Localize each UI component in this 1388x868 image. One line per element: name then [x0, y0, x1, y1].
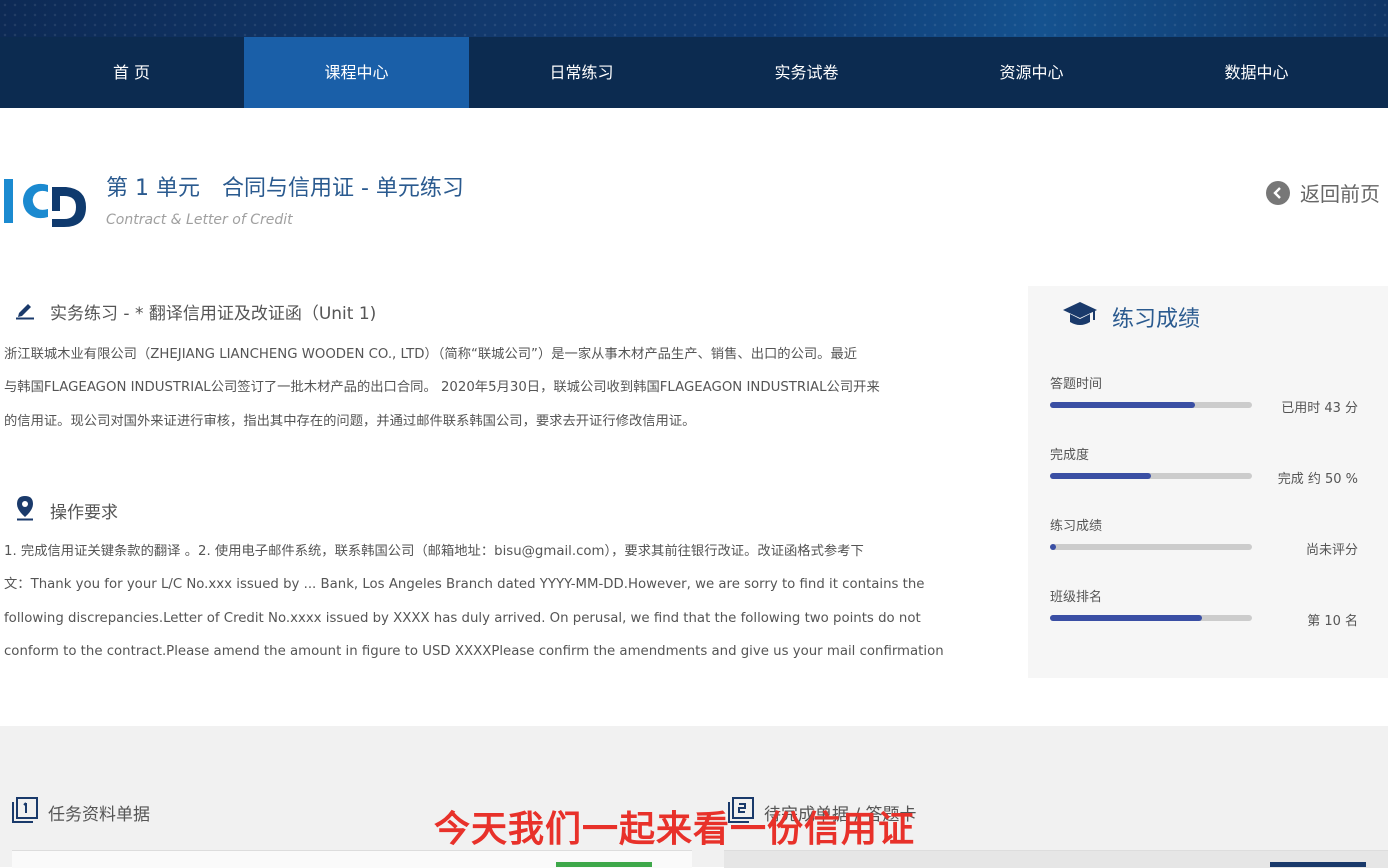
score-panel: 练习成绩 答题时间 已用时 43 分 完成度 完成 约 50 % 练习成绩 尚未… [1028, 286, 1388, 678]
progress-fill [1050, 615, 1202, 621]
exercise-title: 实务练习 - * 翻译信用证及改证函（Unit 1) [50, 303, 377, 324]
back-button-label: 返回前页 [1300, 182, 1380, 206]
progress-fill [1050, 473, 1151, 479]
active-tab-indicator [556, 862, 652, 867]
location-pin-icon [14, 495, 36, 525]
progress-bar [1050, 473, 1252, 479]
metric-label: 班级排名 [1050, 590, 1103, 605]
page-subtitle: Contract & Letter of Credit [106, 212, 293, 228]
progress-bar [1050, 402, 1252, 408]
description-line: 的信用证。现公司对国外来证进行审核，指出其中存在的问题，并通过邮件联系韩国公司，… [4, 413, 696, 429]
exercise-description: 浙江联城木业有限公司（ZHEJIANG LIANCHENG WOODEN CO.… [4, 338, 1000, 438]
video-caption: 今天我们一起来看一份信用证 [434, 809, 916, 850]
progress-fill [1050, 544, 1057, 550]
description-line: 浙江联城木业有限公司（ZHEJIANG LIANCHENG WOODEN CO.… [4, 347, 858, 362]
requirements-title: 操作要求 [50, 502, 118, 523]
metric-label: 答题时间 [1050, 377, 1103, 392]
description-line: 与韩国FLAGEAGON INDUSTRIAL公司签订了一批木材产品的出口合同。… [4, 380, 880, 396]
metric-value: 完成 约 50 % [1277, 472, 1358, 487]
nav-resources[interactable]: 资源中心 [919, 37, 1144, 108]
requirements-text: 1. 完成信用证关键条款的翻译 。2. 使用电子邮件系统，联系韩国公司（邮箱地址… [4, 535, 1000, 668]
tab-task-documents-label: 任务资料单据 [48, 804, 150, 825]
requirement-line: conform to the contract.Please amend the… [4, 643, 944, 659]
requirements-header: 操作要求 [14, 495, 118, 525]
requirement-line: 1. 完成信用证关键条款的翻译 。2. 使用电子邮件系统，联系韩国公司（邮箱地址… [4, 544, 864, 559]
requirement-line: 文：Thank you for your L/C No.xxx issued b… [4, 577, 925, 593]
nav-practice-papers[interactable]: 实务试卷 [694, 37, 919, 108]
action-button-edge[interactable] [1270, 862, 1366, 867]
progress-bar [1050, 544, 1252, 550]
tab-task-documents[interactable]: 任务资料单据 [12, 797, 150, 827]
metric-completion: 完成度 完成 约 50 % [1050, 444, 1368, 487]
nav-courses[interactable]: 课程中心 [244, 37, 469, 108]
nav-daily-practice[interactable]: 日常练习 [469, 37, 694, 108]
back-button[interactable]: 返回前页 [1266, 178, 1380, 207]
nav-data-center[interactable]: 数据中心 [1144, 37, 1369, 108]
requirement-line: following discrepancies.Letter of Credit… [4, 610, 921, 626]
exercise-header: 实务练习 - * 翻译信用证及改证函（Unit 1) [14, 298, 376, 324]
metric-label: 完成度 [1050, 448, 1090, 463]
progress-fill [1050, 402, 1196, 408]
score-panel-title: 练习成绩 [1112, 307, 1201, 332]
header-banner [0, 0, 1388, 37]
icd-logo [4, 175, 88, 231]
metric-value: 已用时 43 分 [1281, 401, 1358, 416]
metric-time: 答题时间 已用时 43 分 [1050, 373, 1368, 416]
score-panel-header: 练习成绩 [1062, 300, 1200, 334]
page-title: 第 1 单元 合同与信用证 - 单元练习 [106, 176, 464, 201]
progress-bar [1050, 615, 1252, 621]
metric-ranking: 班级排名 第 10 名 [1050, 586, 1368, 629]
pencil-icon [14, 298, 36, 324]
metric-value: 第 10 名 [1307, 614, 1358, 629]
main-nav: 首 页 课程中心 日常练习 实务试卷 资源中心 数据中心 [0, 37, 1388, 108]
graduation-cap-icon [1062, 300, 1098, 334]
chevron-left-icon [1266, 180, 1290, 205]
metric-label: 练习成绩 [1050, 519, 1103, 534]
numbered-square-icon [12, 797, 38, 827]
metric-value: 尚未评分 [1305, 543, 1358, 558]
nav-home[interactable]: 首 页 [19, 37, 244, 108]
metric-score: 练习成绩 尚未评分 [1050, 515, 1368, 558]
